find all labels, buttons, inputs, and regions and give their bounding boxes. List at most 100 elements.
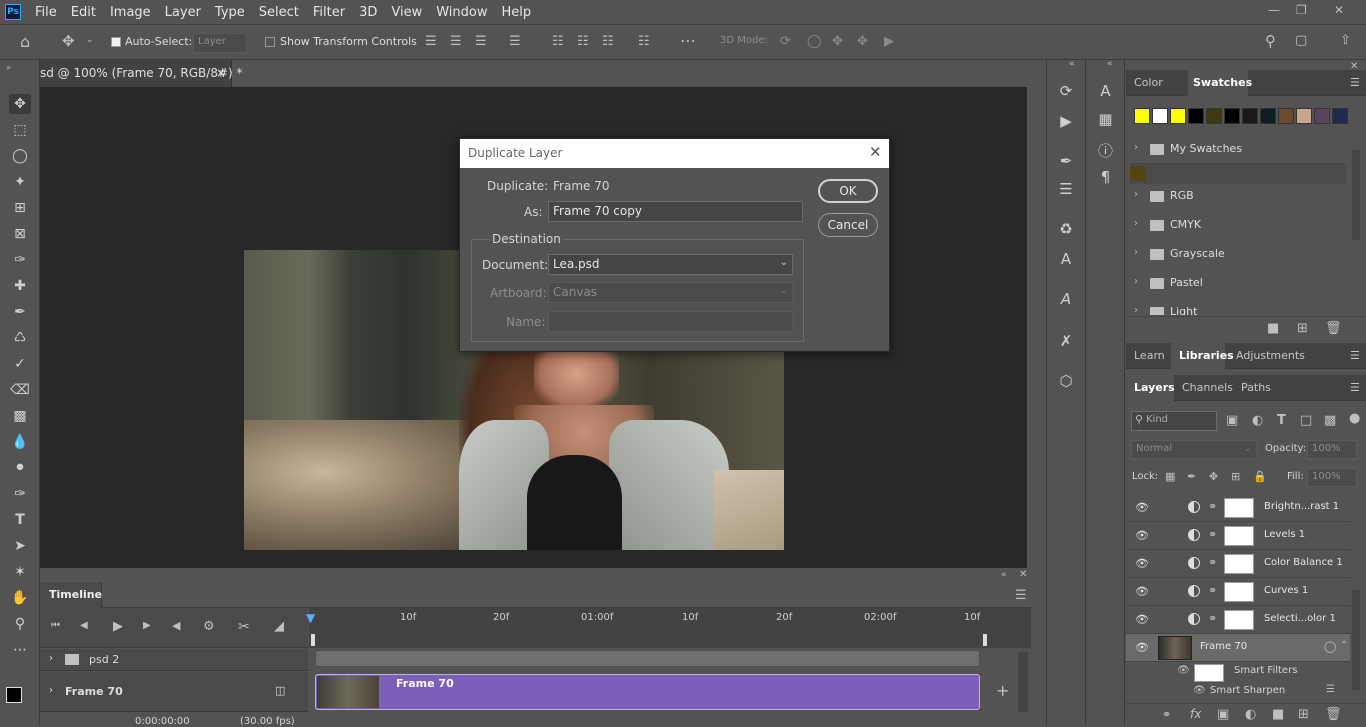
close-tab-icon[interactable]: × — [216, 66, 226, 80]
swatch-group-pastel[interactable]: › Pastel — [1130, 270, 1346, 298]
more-options-icon[interactable]: ⋯ — [680, 33, 696, 49]
path-select-tool-icon[interactable]: ➤ — [9, 536, 31, 556]
tools-settings-icon[interactable]: ✗ — [1047, 332, 1085, 350]
eraser-tool-icon[interactable]: ⌫ — [9, 380, 31, 400]
add-mask-icon[interactable]: ▣ — [1217, 708, 1229, 721]
workspace-icon[interactable]: ▢ — [1295, 34, 1307, 47]
frame-tool-icon[interactable]: ⊠ — [9, 224, 31, 244]
collapse-icon[interactable]: « — [1001, 571, 1007, 580]
auto-select-dropdown[interactable]: Layer — [193, 33, 247, 53]
3d-slide-icon[interactable]: ✥ — [857, 35, 868, 48]
visibility-eye-icon[interactable]: 👁 — [1135, 529, 1149, 542]
swatch[interactable] — [1188, 108, 1204, 124]
align-top-icon[interactable]: ☷ — [552, 35, 564, 48]
move-tool-icon[interactable]: ✥ — [9, 94, 31, 114]
layer-mask-thumbnail[interactable] — [1224, 554, 1254, 574]
timeline-scrollbar[interactable] — [1018, 652, 1028, 712]
transition-icon[interactable]: ◢ — [274, 620, 284, 633]
3d-cube-icon[interactable]: ⬡ — [1047, 372, 1085, 390]
swatch[interactable] — [1170, 108, 1186, 124]
add-media-icon[interactable]: + — [996, 683, 1009, 699]
filter-options-icon[interactable]: ☰ — [1326, 685, 1335, 695]
group-clip-bar[interactable] — [315, 650, 980, 667]
fx-icon[interactable]: fx — [1190, 708, 1201, 720]
filter-toggle-icon[interactable]: ● — [1349, 412, 1360, 425]
close-panel-icon[interactable]: ✕ — [1019, 570, 1027, 580]
menu-file[interactable]: File — [35, 5, 57, 20]
blend-mode-dropdown[interactable]: Normal ⌄ — [1131, 440, 1257, 459]
swatch[interactable] — [1296, 108, 1312, 124]
chevron-right-icon[interactable]: › — [49, 653, 53, 664]
panel-menu-icon[interactable]: ☰ — [1350, 349, 1360, 362]
panel-menu-icon[interactable]: ☰ — [1350, 381, 1360, 394]
swatch[interactable] — [1152, 108, 1168, 124]
swatch[interactable] — [1278, 108, 1294, 124]
ok-button[interactable]: OK — [818, 179, 878, 203]
auto-select-checkbox[interactable] — [111, 37, 121, 47]
swatch-group-rgb[interactable]: › RGB — [1130, 183, 1346, 211]
zoom-tool-icon[interactable]: ⚲ — [9, 614, 31, 634]
align-center-icon[interactable]: ☰ — [450, 35, 462, 48]
dodge-tool-icon[interactable]: ⚫ — [9, 458, 31, 478]
close-window-icon[interactable]: ✕ — [1334, 3, 1344, 17]
new-adjustment-icon[interactable]: ◐ — [1245, 708, 1256, 721]
minimize-icon[interactable]: — — [1268, 3, 1280, 17]
link-icon[interactable]: ⚭ — [1208, 556, 1217, 569]
chevron-right-icon[interactable]: › — [49, 685, 53, 696]
filter-kind-dropdown[interactable]: Kind — [1131, 411, 1217, 431]
layer-row[interactable]: 👁 ⚭ Brightn...rast 1 — [1126, 494, 1350, 522]
swatch[interactable] — [1260, 108, 1276, 124]
delete-trash-icon[interactable]: 🗑 — [1325, 322, 1342, 335]
collapse-icon[interactable]: « — [1069, 60, 1075, 69]
visibility-eye-icon[interactable]: 👁 — [1135, 501, 1149, 514]
timeline-tab[interactable]: Timeline — [40, 582, 102, 608]
link-icon[interactable]: ⚭ — [1208, 584, 1217, 597]
glyphs-icon[interactable]: A — [1047, 290, 1085, 308]
3d-roll-icon[interactable]: ◯ — [807, 35, 822, 48]
visibility-eye-icon[interactable]: 👁 — [1135, 585, 1149, 598]
filter-adjustment-icon[interactable]: ◐ — [1252, 414, 1263, 427]
delete-trash-icon[interactable]: 🗑 — [1325, 708, 1342, 721]
swatch[interactable] — [1206, 108, 1222, 124]
character-icon[interactable]: A — [1047, 250, 1085, 268]
move-tool-icon[interactable]: ✥ — [62, 34, 75, 49]
name-input[interactable] — [548, 311, 793, 332]
healing-brush-tool-icon[interactable]: ✚ — [9, 276, 31, 296]
document-dropdown[interactable]: Lea.psd ⌄ — [548, 254, 793, 275]
timeline-ruler[interactable]: ▼ 10f 20f 01:00f 10f 20f 02:00f 10f — [306, 608, 1031, 648]
layer-row[interactable]: 👁 ⚭ Levels 1 — [1126, 522, 1350, 550]
foreground-color-swatch[interactable] — [6, 687, 22, 703]
brush-settings-icon[interactable]: ✒ — [1047, 152, 1085, 170]
history-icon[interactable]: ⟳ — [1047, 82, 1085, 100]
collapse-icon[interactable]: « — [1107, 60, 1113, 69]
tab-paths[interactable]: Paths — [1241, 381, 1271, 394]
menu-help[interactable]: Help — [502, 5, 532, 20]
as-input[interactable]: Frame 70 copy — [548, 201, 803, 222]
gradient-tool-icon[interactable]: ▩ — [9, 406, 31, 426]
link-icon[interactable]: ⚭ — [1208, 612, 1217, 625]
document-tab[interactable]: sd @ 100% (Frame 70, RGB/8#) * × — [40, 60, 243, 87]
layer-row[interactable]: 👁 ⚭ Color Balance 1 — [1126, 550, 1350, 578]
close-icon[interactable]: ✕ — [869, 143, 882, 161]
align-middle-icon[interactable]: ☷ — [577, 35, 589, 48]
home-icon[interactable]: ⌂ — [20, 34, 30, 50]
filter-smart-object-icon[interactable]: ▩ — [1324, 414, 1336, 427]
new-layer-icon[interactable]: ⊞ — [1298, 708, 1309, 721]
layer-mask-thumbnail[interactable] — [1224, 610, 1254, 630]
swatch[interactable] — [1134, 108, 1150, 124]
marquee-tool-icon[interactable]: ⬚ — [9, 120, 31, 140]
layer-row[interactable]: 👁 ⚭ Curves 1 — [1126, 578, 1350, 606]
lock-artboard-icon[interactable]: ⊞ — [1231, 471, 1240, 482]
paragraph-icon[interactable]: ¶ — [1087, 168, 1124, 186]
panel-menu-icon[interactable]: ☰ — [1015, 589, 1027, 602]
clone-source-icon[interactable]: ♻ — [1047, 220, 1085, 238]
chevron-right-icon[interactable]: › — [1134, 305, 1138, 315]
menu-edit[interactable]: Edit — [71, 5, 96, 20]
align-left-icon[interactable]: ☰ — [425, 35, 437, 48]
chevron-up-icon[interactable]: ⌃ — [1340, 641, 1348, 651]
layer-mask-thumbnail[interactable] — [1224, 582, 1254, 602]
swatch[interactable] — [1314, 108, 1330, 124]
menu-layer[interactable]: Layer — [165, 5, 201, 20]
menu-window[interactable]: Window — [436, 5, 487, 20]
brush-tool-icon[interactable]: ✒ — [9, 302, 31, 322]
